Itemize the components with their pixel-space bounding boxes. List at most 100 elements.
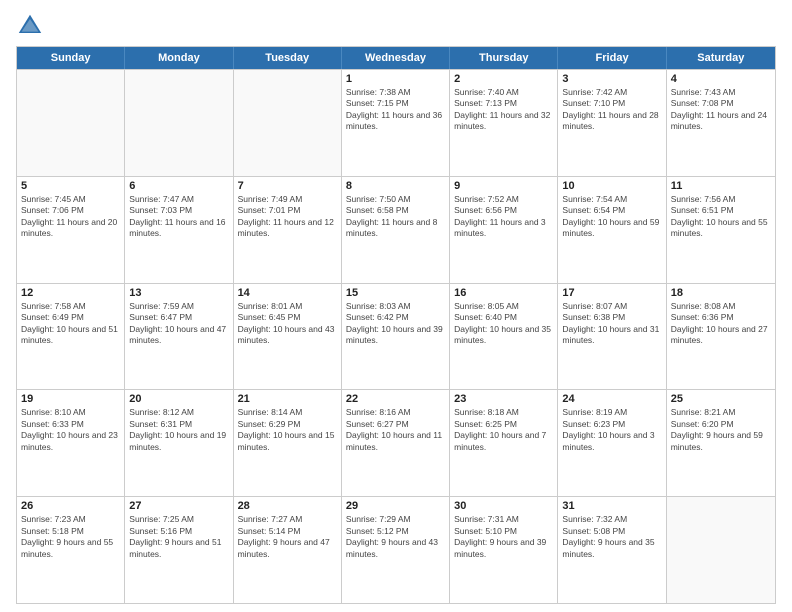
day-info: Sunrise: 8:08 AM Sunset: 6:36 PM Dayligh… [671,301,771,347]
calendar-cell: 2 Sunrise: 7:40 AM Sunset: 7:13 PM Daylig… [450,70,558,176]
day-number: 29 [346,500,445,512]
calendar-cell: 5 Sunrise: 7:45 AM Sunset: 7:06 PM Daylig… [17,177,125,283]
weekday-header: Sunday [17,47,125,69]
day-number: 26 [21,500,120,512]
calendar-header: SundayMondayTuesdayWednesdayThursdayFrid… [17,47,775,69]
calendar-cell: 23 Sunrise: 8:18 AM Sunset: 6:25 PM Dayli… [450,390,558,496]
day-number: 10 [562,180,661,192]
weekday-header: Monday [125,47,233,69]
calendar-cell: 12 Sunrise: 7:58 AM Sunset: 6:49 PM Dayli… [17,284,125,390]
day-info: Sunrise: 7:42 AM Sunset: 7:10 PM Dayligh… [562,87,661,133]
calendar-cell: 6Sunrise: 7:47 AM Sunset: 7:03 PM Daylig… [125,177,233,283]
calendar-cell: 16Sunrise: 8:05 AM Sunset: 6:40 PM Dayli… [450,284,558,390]
day-info: Sunrise: 7:56 AM Sunset: 6:51 PM Dayligh… [671,194,771,240]
day-info: Sunrise: 7:45 AM Sunset: 7:06 PM Dayligh… [21,194,120,240]
day-number: 28 [238,500,337,512]
day-info: Sunrise: 8:12 AM Sunset: 6:31 PM Dayligh… [129,407,228,453]
day-info: Sunrise: 7:58 AM Sunset: 6:49 PM Dayligh… [21,301,120,347]
day-info: Sunrise: 8:18 AM Sunset: 6:25 PM Dayligh… [454,407,553,453]
calendar-cell: 22 Sunrise: 8:16 AM Sunset: 6:27 PM Dayli… [342,390,450,496]
day-info: Sunrise: 8:19 AM Sunset: 6:23 PM Dayligh… [562,407,661,453]
calendar-cell: 20 Sunrise: 8:12 AM Sunset: 6:31 PM Dayli… [125,390,233,496]
day-number: 30 [454,500,553,512]
calendar-cell: 19 Sunrise: 8:10 AM Sunset: 6:33 PM Dayli… [17,390,125,496]
day-info: Sunrise: 7:50 AM Sunset: 6:58 PM Dayligh… [346,194,445,240]
day-number: 25 [671,393,771,405]
logo-icon [16,12,44,40]
calendar-cell: 29Sunrise: 7:29 AM Sunset: 5:12 PM Dayli… [342,497,450,603]
calendar-cell: 10Sunrise: 7:54 AM Sunset: 6:54 PM Dayli… [558,177,666,283]
calendar-row: 5 Sunrise: 7:45 AM Sunset: 7:06 PM Daylig… [17,176,775,283]
day-number: 12 [21,287,120,299]
weekday-header: Wednesday [342,47,450,69]
calendar-cell: 15Sunrise: 8:03 AM Sunset: 6:42 PM Dayli… [342,284,450,390]
calendar-cell: 21 Sunrise: 8:14 AM Sunset: 6:29 PM Dayli… [234,390,342,496]
day-info: Sunrise: 8:01 AM Sunset: 6:45 PM Dayligh… [238,301,337,347]
page: SundayMondayTuesdayWednesdayThursdayFrid… [0,0,792,612]
day-info: Sunrise: 8:05 AM Sunset: 6:40 PM Dayligh… [454,301,553,347]
day-info: Sunrise: 8:14 AM Sunset: 6:29 PM Dayligh… [238,407,337,453]
day-info: Sunrise: 7:52 AM Sunset: 6:56 PM Dayligh… [454,194,553,240]
day-number: 6 [129,180,228,192]
day-number: 1 [346,73,445,85]
calendar-cell: 26Sunrise: 7:23 AM Sunset: 5:18 PM Dayli… [17,497,125,603]
day-number: 18 [671,287,771,299]
day-number: 3 [562,73,661,85]
day-number: 2 [454,73,553,85]
weekday-header: Friday [558,47,666,69]
header [16,12,776,40]
day-info: Sunrise: 7:27 AM Sunset: 5:14 PM Dayligh… [238,514,337,560]
calendar-row: 12 Sunrise: 7:58 AM Sunset: 6:49 PM Dayli… [17,283,775,390]
day-number: 23 [454,393,553,405]
day-info: Sunrise: 7:43 AM Sunset: 7:08 PM Dayligh… [671,87,771,133]
day-number: 24 [562,393,661,405]
day-number: 11 [671,180,771,192]
day-number: 4 [671,73,771,85]
weekday-header: Saturday [667,47,775,69]
calendar-cell: 27 Sunrise: 7:25 AM Sunset: 5:16 PM Dayli… [125,497,233,603]
calendar-cell: 9Sunrise: 7:52 AM Sunset: 6:56 PM Daylig… [450,177,558,283]
day-number: 21 [238,393,337,405]
day-number: 31 [562,500,661,512]
calendar-cell: 3 Sunrise: 7:42 AM Sunset: 7:10 PM Daylig… [558,70,666,176]
calendar: SundayMondayTuesdayWednesdayThursdayFrid… [16,46,776,604]
calendar-cell: 17Sunrise: 8:07 AM Sunset: 6:38 PM Dayli… [558,284,666,390]
calendar-cell: 24 Sunrise: 8:19 AM Sunset: 6:23 PM Dayli… [558,390,666,496]
calendar-cell: 25 Sunrise: 8:21 AM Sunset: 6:20 PM Dayli… [667,390,775,496]
day-info: Sunrise: 7:38 AM Sunset: 7:15 PM Dayligh… [346,87,445,133]
day-info: Sunrise: 8:10 AM Sunset: 6:33 PM Dayligh… [21,407,120,453]
weekday-header: Tuesday [234,47,342,69]
calendar-row: 26Sunrise: 7:23 AM Sunset: 5:18 PM Dayli… [17,496,775,603]
day-number: 14 [238,287,337,299]
day-number: 19 [21,393,120,405]
calendar-cell: 14 Sunrise: 8:01 AM Sunset: 6:45 PM Dayli… [234,284,342,390]
calendar-cell: 1 Sunrise: 7:38 AM Sunset: 7:15 PM Daylig… [342,70,450,176]
day-info: Sunrise: 7:59 AM Sunset: 6:47 PM Dayligh… [129,301,228,347]
day-number: 5 [21,180,120,192]
calendar-cell: 30 Sunrise: 7:31 AM Sunset: 5:10 PM Dayli… [450,497,558,603]
day-info: Sunrise: 8:21 AM Sunset: 6:20 PM Dayligh… [671,407,771,453]
logo [16,12,46,40]
calendar-cell: 31 Sunrise: 7:32 AM Sunset: 5:08 PM Dayli… [558,497,666,603]
calendar-cell: 8 Sunrise: 7:50 AM Sunset: 6:58 PM Daylig… [342,177,450,283]
calendar-cell: 28 Sunrise: 7:27 AM Sunset: 5:14 PM Dayli… [234,497,342,603]
calendar-cell [667,497,775,603]
calendar-cell [125,70,233,176]
day-number: 27 [129,500,228,512]
day-info: Sunrise: 7:25 AM Sunset: 5:16 PM Dayligh… [129,514,228,560]
day-number: 13 [129,287,228,299]
calendar-cell [17,70,125,176]
day-number: 8 [346,180,445,192]
calendar-row: 19 Sunrise: 8:10 AM Sunset: 6:33 PM Dayli… [17,389,775,496]
calendar-cell: 7Sunrise: 7:49 AM Sunset: 7:01 PM Daylig… [234,177,342,283]
calendar-cell: 18 Sunrise: 8:08 AM Sunset: 6:36 PM Dayli… [667,284,775,390]
day-info: Sunrise: 7:32 AM Sunset: 5:08 PM Dayligh… [562,514,661,560]
calendar-cell: 4 Sunrise: 7:43 AM Sunset: 7:08 PM Daylig… [667,70,775,176]
day-number: 22 [346,393,445,405]
day-info: Sunrise: 8:16 AM Sunset: 6:27 PM Dayligh… [346,407,445,453]
day-number: 20 [129,393,228,405]
day-info: Sunrise: 7:40 AM Sunset: 7:13 PM Dayligh… [454,87,553,133]
day-number: 7 [238,180,337,192]
calendar-row: 1 Sunrise: 7:38 AM Sunset: 7:15 PM Daylig… [17,69,775,176]
day-info: Sunrise: 7:31 AM Sunset: 5:10 PM Dayligh… [454,514,553,560]
